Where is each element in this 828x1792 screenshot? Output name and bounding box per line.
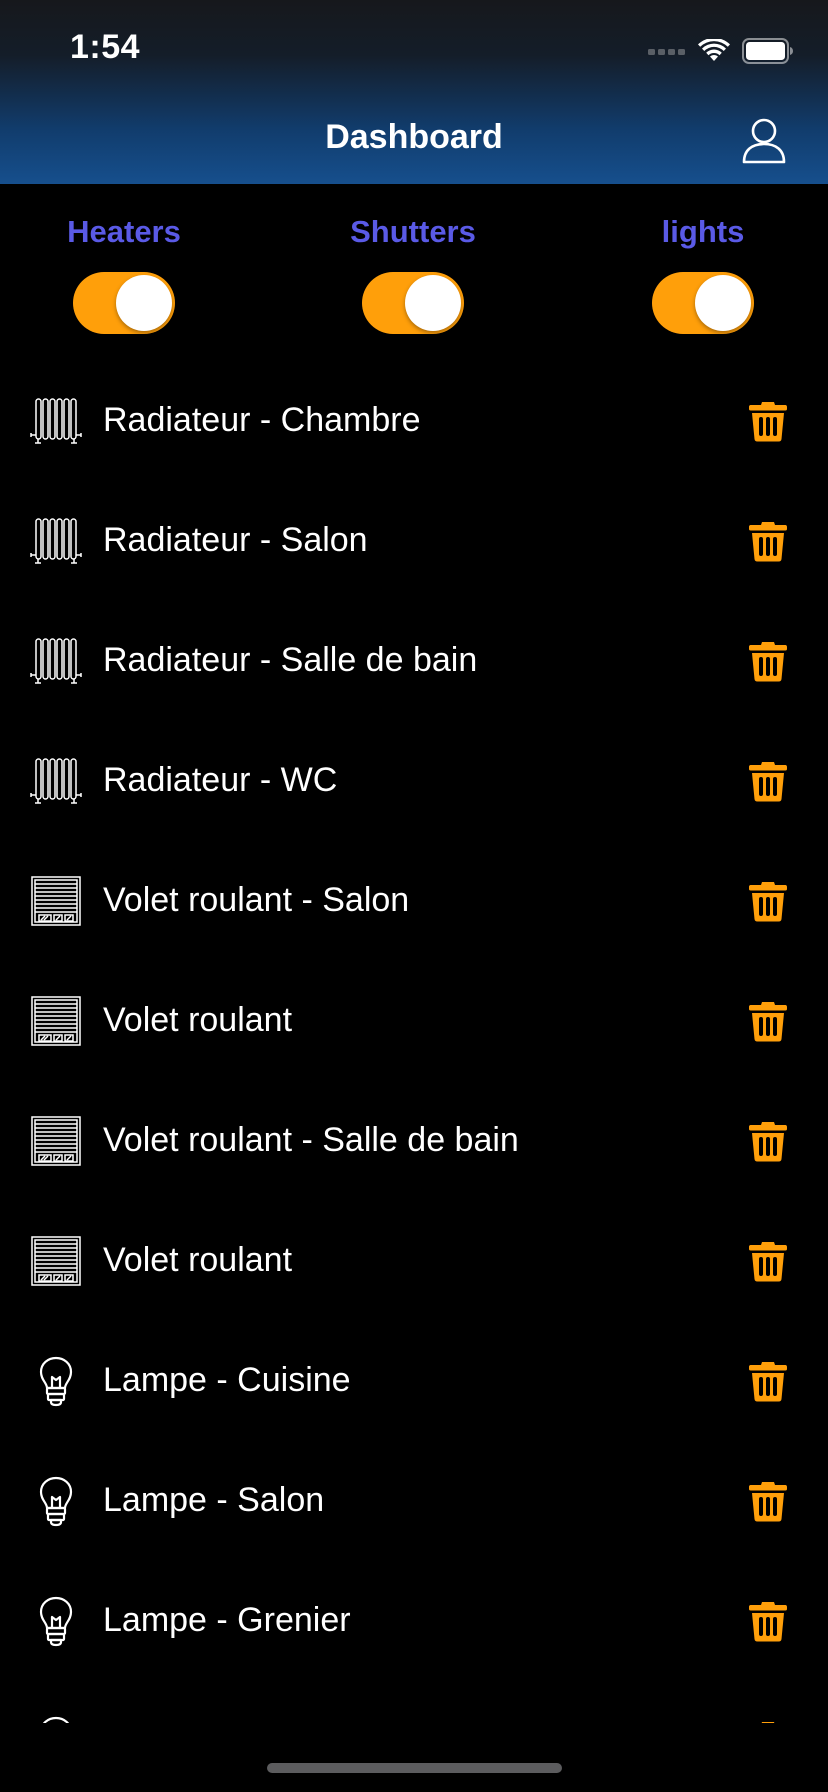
trash-icon[interactable]	[748, 640, 788, 682]
home-indicator[interactable]	[267, 1763, 562, 1773]
device-row[interactable]	[0, 1680, 828, 1723]
lights-toggle-group: lights	[603, 210, 803, 334]
lightbulb-icon	[30, 1355, 82, 1407]
trash-icon[interactable]	[748, 1480, 788, 1522]
device-row[interactable]: Volet roulant	[0, 960, 828, 1080]
lights-switch[interactable]	[652, 272, 754, 334]
device-name: Lampe - Salon	[103, 1481, 325, 1519]
switch-knob	[695, 275, 751, 331]
device-row[interactable]: Radiateur - Salle de bain	[0, 600, 828, 720]
trash-icon[interactable]	[748, 400, 788, 442]
switch-knob	[405, 275, 461, 331]
cellular-signal-icon	[648, 49, 685, 55]
trash-icon[interactable]	[748, 1120, 788, 1162]
trash-icon[interactable]	[748, 1240, 788, 1282]
device-row[interactable]: Lampe - Grenier	[0, 1560, 828, 1680]
trash-icon[interactable]	[748, 1600, 788, 1642]
trash-icon[interactable]	[748, 1360, 788, 1402]
shutters-switch[interactable]	[362, 272, 464, 334]
trash-icon[interactable]	[748, 760, 788, 802]
status-time: 1:54	[70, 28, 141, 66]
device-list[interactable]: Radiateur - Chambre Radiateur - Salon Ra…	[0, 360, 828, 1723]
battery-icon	[742, 38, 793, 64]
wifi-icon	[698, 39, 730, 61]
radiator-icon	[30, 515, 82, 567]
device-name: Radiateur - Salle de bain	[103, 641, 478, 679]
device-name: Volet roulant	[103, 1001, 293, 1039]
device-row[interactable]: Volet roulant	[0, 1200, 828, 1320]
device-row[interactable]: Radiateur - WC	[0, 720, 828, 840]
category-toggles: Heaters Shutters lights	[0, 210, 828, 350]
shutter-icon	[30, 875, 82, 927]
lights-label: lights	[661, 214, 745, 249]
radiator-icon	[30, 635, 82, 687]
switch-knob	[116, 275, 172, 331]
heaters-toggle-group: Heaters	[24, 210, 224, 334]
lightbulb-icon	[30, 1595, 82, 1647]
device-row[interactable]: Radiateur - Chambre	[0, 360, 828, 480]
navigation-header: 1:54 Dashboard	[0, 0, 828, 184]
status-indicators	[648, 36, 794, 66]
lightbulb-icon	[30, 1715, 82, 1723]
device-name: Radiateur - WC	[103, 761, 338, 799]
device-name: Lampe - Cuisine	[103, 1361, 351, 1399]
profile-icon[interactable]	[740, 116, 788, 164]
radiator-icon	[30, 755, 82, 807]
device-name: Volet roulant - Salle de bain	[103, 1121, 519, 1159]
device-row[interactable]: Volet roulant - Salon	[0, 840, 828, 960]
trash-icon[interactable]	[748, 520, 788, 562]
radiator-icon	[30, 395, 82, 447]
device-name: Volet roulant	[103, 1241, 293, 1279]
device-name: Radiateur - Salon	[103, 521, 368, 559]
device-row[interactable]: Volet roulant - Salle de bain	[0, 1080, 828, 1200]
device-row[interactable]: Lampe - Cuisine	[0, 1320, 828, 1440]
heaters-label: Heaters	[67, 214, 181, 249]
lightbulb-icon	[30, 1475, 82, 1527]
heaters-switch[interactable]	[73, 272, 175, 334]
shutter-icon	[30, 995, 82, 1047]
trash-icon[interactable]	[748, 1720, 788, 1723]
device-row[interactable]: Lampe - Salon	[0, 1440, 828, 1560]
device-name: Volet roulant - Salon	[103, 881, 410, 919]
shutter-icon	[30, 1115, 82, 1167]
device-row[interactable]: Radiateur - Salon	[0, 480, 828, 600]
page-title: Dashboard	[325, 118, 503, 156]
trash-icon[interactable]	[748, 880, 788, 922]
trash-icon[interactable]	[748, 1000, 788, 1042]
device-name: Radiateur - Chambre	[103, 401, 421, 439]
shutters-label: Shutters	[350, 214, 476, 249]
shutter-icon	[30, 1235, 82, 1287]
shutters-toggle-group: Shutters	[313, 210, 513, 334]
device-name: Lampe - Grenier	[103, 1601, 351, 1639]
